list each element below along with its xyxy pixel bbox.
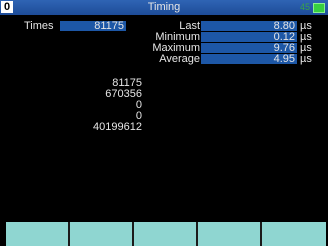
softkey-bar [6, 222, 328, 246]
screen-title: Timing [147, 1, 181, 13]
status-indicator-icon [313, 3, 325, 13]
minimum-field[interactable]: 0.12 [201, 32, 297, 43]
count-value: 0 [135, 99, 142, 111]
softkey-1[interactable] [6, 222, 70, 246]
softkey-3[interactable] [134, 222, 198, 246]
last-unit: µs [300, 20, 312, 32]
average-unit: µs [300, 53, 312, 65]
maximum-unit: µs [300, 42, 312, 54]
maximum-field[interactable]: 9.76 [201, 43, 297, 54]
average-label: Average [159, 53, 200, 65]
last-field[interactable]: 8.80 [201, 21, 297, 32]
rate-label: 45 [299, 2, 310, 12]
softkey-2[interactable] [70, 222, 134, 246]
count-value: 670356 [105, 88, 142, 100]
count-value: 40199612 [93, 121, 142, 133]
average-field[interactable]: 4.95 [201, 54, 297, 65]
times-label: Times [24, 20, 54, 32]
softkey-5[interactable] [262, 222, 326, 246]
minimum-unit: µs [300, 31, 312, 43]
title-bar: 0 Timing 45 [0, 0, 328, 15]
softkey-4[interactable] [198, 222, 262, 246]
count-list: 81175 670356 0 0 40199612 [93, 78, 142, 133]
times-field[interactable]: 81175 [60, 21, 126, 32]
